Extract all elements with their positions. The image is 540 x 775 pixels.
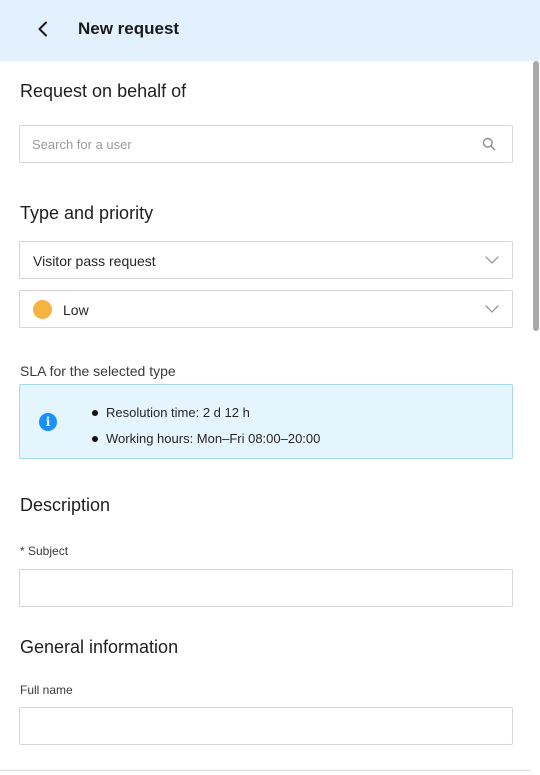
divider	[0, 770, 530, 771]
bullet-icon	[92, 435, 98, 442]
bullet-icon	[92, 409, 98, 416]
chevron-down-icon	[485, 305, 499, 313]
sla-working-hours-line: Working hours: Mon–Fri 08:00–20:00	[92, 431, 320, 446]
sla-resolution-text: Resolution time: 2 d 12 h	[106, 405, 250, 420]
priority-indicator-icon	[33, 300, 52, 319]
form-content: Request on behalf of Type and priority V…	[0, 61, 530, 775]
sla-resolution-line: Resolution time: 2 d 12 h	[92, 405, 250, 420]
section-title-on-behalf: Request on behalf of	[20, 81, 187, 101]
section-title-general: General information	[20, 637, 179, 657]
section-title-description: Description	[20, 495, 111, 515]
section-title-type-priority: Type and priority	[20, 203, 154, 223]
full-name-field[interactable]	[19, 707, 513, 745]
priority-select[interactable]: Low	[19, 290, 513, 328]
sla-working-hours-text: Working hours: Mon–Fri 08:00–20:00	[106, 431, 321, 446]
page-header: New request	[0, 0, 540, 61]
info-icon: i	[39, 413, 57, 431]
request-type-value: Visitor pass request	[33, 253, 156, 269]
chevron-left-icon	[38, 21, 47, 37]
chevron-down-icon	[485, 256, 499, 264]
subject-field[interactable]	[19, 569, 513, 607]
sla-info-box: i Resolution time: 2 d 12 h Working hour…	[19, 384, 513, 459]
scrollbar-thumb[interactable]	[533, 61, 539, 331]
request-type-select[interactable]: Visitor pass request	[19, 241, 513, 279]
subject-label: * Subject	[20, 544, 69, 558]
scrollbar[interactable]	[532, 61, 540, 775]
page-title: New request	[78, 19, 180, 38]
user-search-input[interactable]	[20, 126, 512, 162]
full-name-input[interactable]	[20, 708, 512, 744]
sla-label: SLA for the selected type	[20, 363, 176, 379]
full-name-label: Full name	[20, 683, 73, 697]
priority-value: Low	[63, 302, 89, 318]
back-button[interactable]	[30, 16, 56, 42]
subject-input[interactable]	[20, 570, 512, 606]
search-icon[interactable]	[482, 137, 496, 151]
user-search-field[interactable]	[19, 125, 513, 163]
